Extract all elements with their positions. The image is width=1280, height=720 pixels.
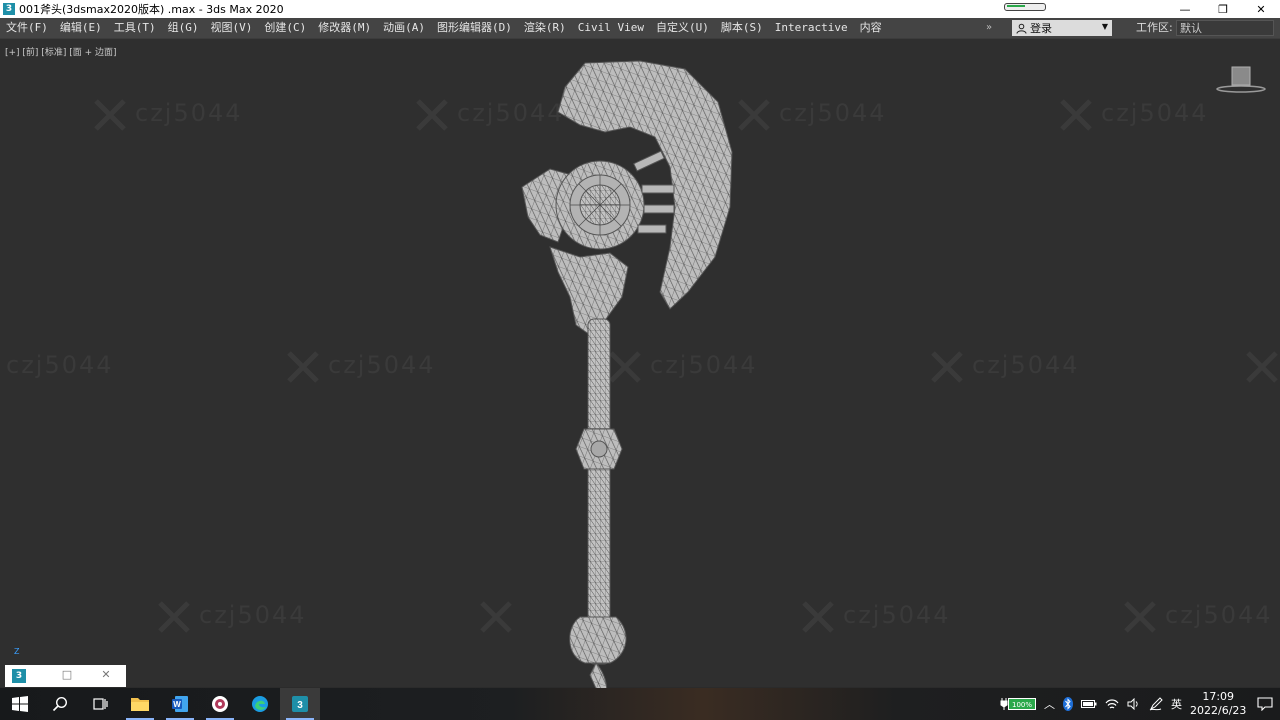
menu-rendering[interactable]: 渲染(R) xyxy=(518,18,572,38)
axis-z-label: Z xyxy=(14,647,20,656)
menu-customize[interactable]: 自定义(U) xyxy=(650,18,715,38)
menu-create[interactable]: 创建(C) xyxy=(258,18,312,38)
watermark-logo-icon xyxy=(158,601,190,633)
watermark-logo-icon xyxy=(802,601,834,633)
svg-text:3: 3 xyxy=(297,700,303,711)
word-icon: W xyxy=(172,696,188,712)
watermark-text: czj5044 xyxy=(779,99,887,127)
window-controls: — ❐ ✕ xyxy=(1166,0,1280,18)
system-tray: 100% ︿ 英 17:09 2022/6/23 xyxy=(996,688,1280,720)
menu-overflow-button[interactable]: » xyxy=(982,18,996,38)
svg-text:W: W xyxy=(173,700,181,709)
watermark-logo-icon xyxy=(1246,351,1278,383)
wifi-icon[interactable] xyxy=(1105,698,1119,710)
ime-indicator[interactable]: 英 xyxy=(1171,696,1182,712)
restore-button[interactable]: □ xyxy=(61,669,73,681)
close-button[interactable]: ✕ xyxy=(100,669,112,681)
menu-views[interactable]: 视图(V) xyxy=(205,18,259,38)
menu-modifiers[interactable]: 修改器(M) xyxy=(312,18,377,38)
watermark-text: czj5044 xyxy=(1101,99,1209,127)
windows-icon xyxy=(12,696,28,712)
menu-group[interactable]: 组(G) xyxy=(162,18,205,38)
watermark-logo-icon xyxy=(94,99,126,131)
menu-graph-editors[interactable]: 图形编辑器(D) xyxy=(431,18,518,38)
window-title: 001斧头(3dsmax2020版本) .max - 3ds Max 2020 xyxy=(19,3,284,16)
menu-file[interactable]: 文件(F) xyxy=(0,18,54,38)
watermark-text: czj5044 xyxy=(6,351,114,379)
3dsmax-taskbar-button[interactable]: 3 xyxy=(280,688,320,720)
watermark-text: czj5044 xyxy=(328,351,436,379)
edge-button[interactable] xyxy=(240,688,280,720)
3dsmax-app-icon[interactable]: 3 xyxy=(3,3,15,15)
viewcube[interactable] xyxy=(1216,65,1266,95)
menu-scripting[interactable]: 脚本(S) xyxy=(715,18,769,38)
user-icon xyxy=(1015,22,1027,34)
edge-icon xyxy=(252,696,268,712)
minimize-button[interactable]: — xyxy=(1166,0,1204,18)
close-button[interactable]: ✕ xyxy=(1242,0,1280,18)
notification-icon xyxy=(1257,697,1273,711)
front-viewport[interactable]: [+] [前] [标准] [面 + 边面] czj5044 czj5044 cz… xyxy=(0,38,1280,697)
taskbar: W 3 100% ︿ 英 17:09 2022/6/23 xyxy=(0,688,1280,720)
workspace-label: 工作区: xyxy=(1136,21,1173,34)
menu-bar: 文件(F) 编辑(E) 工具(T) 组(G) 视图(V) 创建(C) 修改器(M… xyxy=(0,18,1280,38)
watermark-text: czj5044 xyxy=(135,99,243,127)
watermark-logo-icon xyxy=(1060,99,1092,131)
minimized-window[interactable]: 3 □ ✕ xyxy=(5,665,126,687)
menu-civil-view[interactable]: Civil View xyxy=(572,18,650,38)
watermark-logo-icon xyxy=(931,351,963,383)
battery-icon[interactable] xyxy=(1081,699,1097,709)
word-button[interactable]: W xyxy=(160,688,200,720)
menu-tools[interactable]: 工具(T) xyxy=(108,18,162,38)
watermark-text: czj5044 xyxy=(1165,601,1273,629)
clock-time: 17:09 xyxy=(1202,690,1235,703)
watermark-text: czj5044 xyxy=(972,351,1080,379)
menu-animation[interactable]: 动画(A) xyxy=(377,18,431,38)
menu-content[interactable]: 内容 xyxy=(854,18,888,38)
clock-date: 2022/6/23 xyxy=(1190,704,1247,717)
file-explorer-button[interactable] xyxy=(120,688,160,720)
menu-edit[interactable]: 编辑(E) xyxy=(54,18,108,38)
watermark-logo-icon xyxy=(416,99,448,131)
workspace-select[interactable]: 默认 xyxy=(1176,20,1274,36)
watermark-logo-icon xyxy=(1124,601,1156,633)
chevron-up-icon[interactable]: ︿ xyxy=(1044,696,1055,712)
media-player-button[interactable] xyxy=(200,688,240,720)
folder-icon xyxy=(131,698,149,711)
task-view-button[interactable] xyxy=(80,688,120,720)
title-bar: 3 001斧头(3dsmax2020版本) .max - 3ds Max 202… xyxy=(0,0,1280,18)
volume-icon[interactable] xyxy=(1127,698,1141,710)
search-icon xyxy=(52,696,68,712)
bluetooth-icon[interactable] xyxy=(1063,697,1073,711)
3dsmax-icon: 3 xyxy=(12,669,26,683)
watermark-logo-icon xyxy=(480,601,512,633)
battery-percent: 100% xyxy=(1008,698,1036,710)
watermark-logo-icon xyxy=(287,351,319,383)
disc-icon xyxy=(212,696,228,712)
watermark-text: czj5044 xyxy=(199,601,307,629)
viewport-label[interactable]: [+] [前] [标准] [面 + 边面] xyxy=(5,45,116,58)
start-button[interactable] xyxy=(0,688,40,720)
clock[interactable]: 17:09 2022/6/23 xyxy=(1190,690,1246,718)
login-dropdown[interactable]: 登录 ▼ xyxy=(1012,20,1112,36)
3dsmax-icon: 3 xyxy=(292,696,308,712)
plug-icon xyxy=(1000,698,1008,710)
notification-center-button[interactable] xyxy=(1250,688,1280,720)
watermark-text: czj5044 xyxy=(843,601,951,629)
restore-button[interactable]: ❐ xyxy=(1204,0,1242,18)
login-label: 登录 xyxy=(1030,22,1052,35)
task-view-icon xyxy=(93,698,108,710)
pen-icon[interactable] xyxy=(1149,697,1163,711)
battery-indicator[interactable]: 100% xyxy=(1000,698,1036,710)
chevron-down-icon: ▼ xyxy=(1101,22,1108,31)
toolbar-slider[interactable] xyxy=(1004,3,1046,11)
menu-interactive[interactable]: Interactive xyxy=(769,18,854,38)
axe-mesh-model[interactable] xyxy=(510,57,750,697)
search-button[interactable] xyxy=(40,688,80,720)
